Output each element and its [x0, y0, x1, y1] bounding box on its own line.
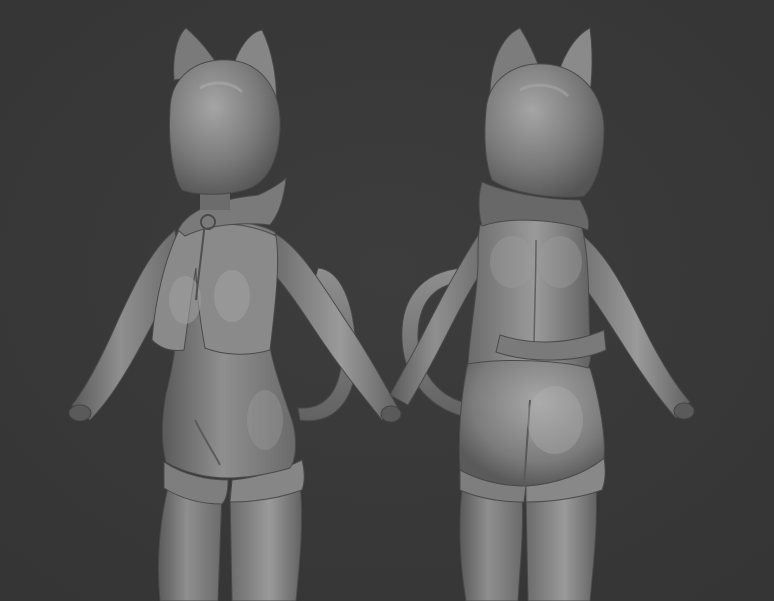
sculpt-render [0, 0, 774, 601]
background [0, 0, 774, 601]
sculpt-viewport [0, 0, 774, 601]
front-left-leg [157, 487, 223, 601]
back-helmet [484, 63, 605, 198]
back-left-leg [459, 489, 524, 601]
front-helmet [169, 59, 281, 195]
